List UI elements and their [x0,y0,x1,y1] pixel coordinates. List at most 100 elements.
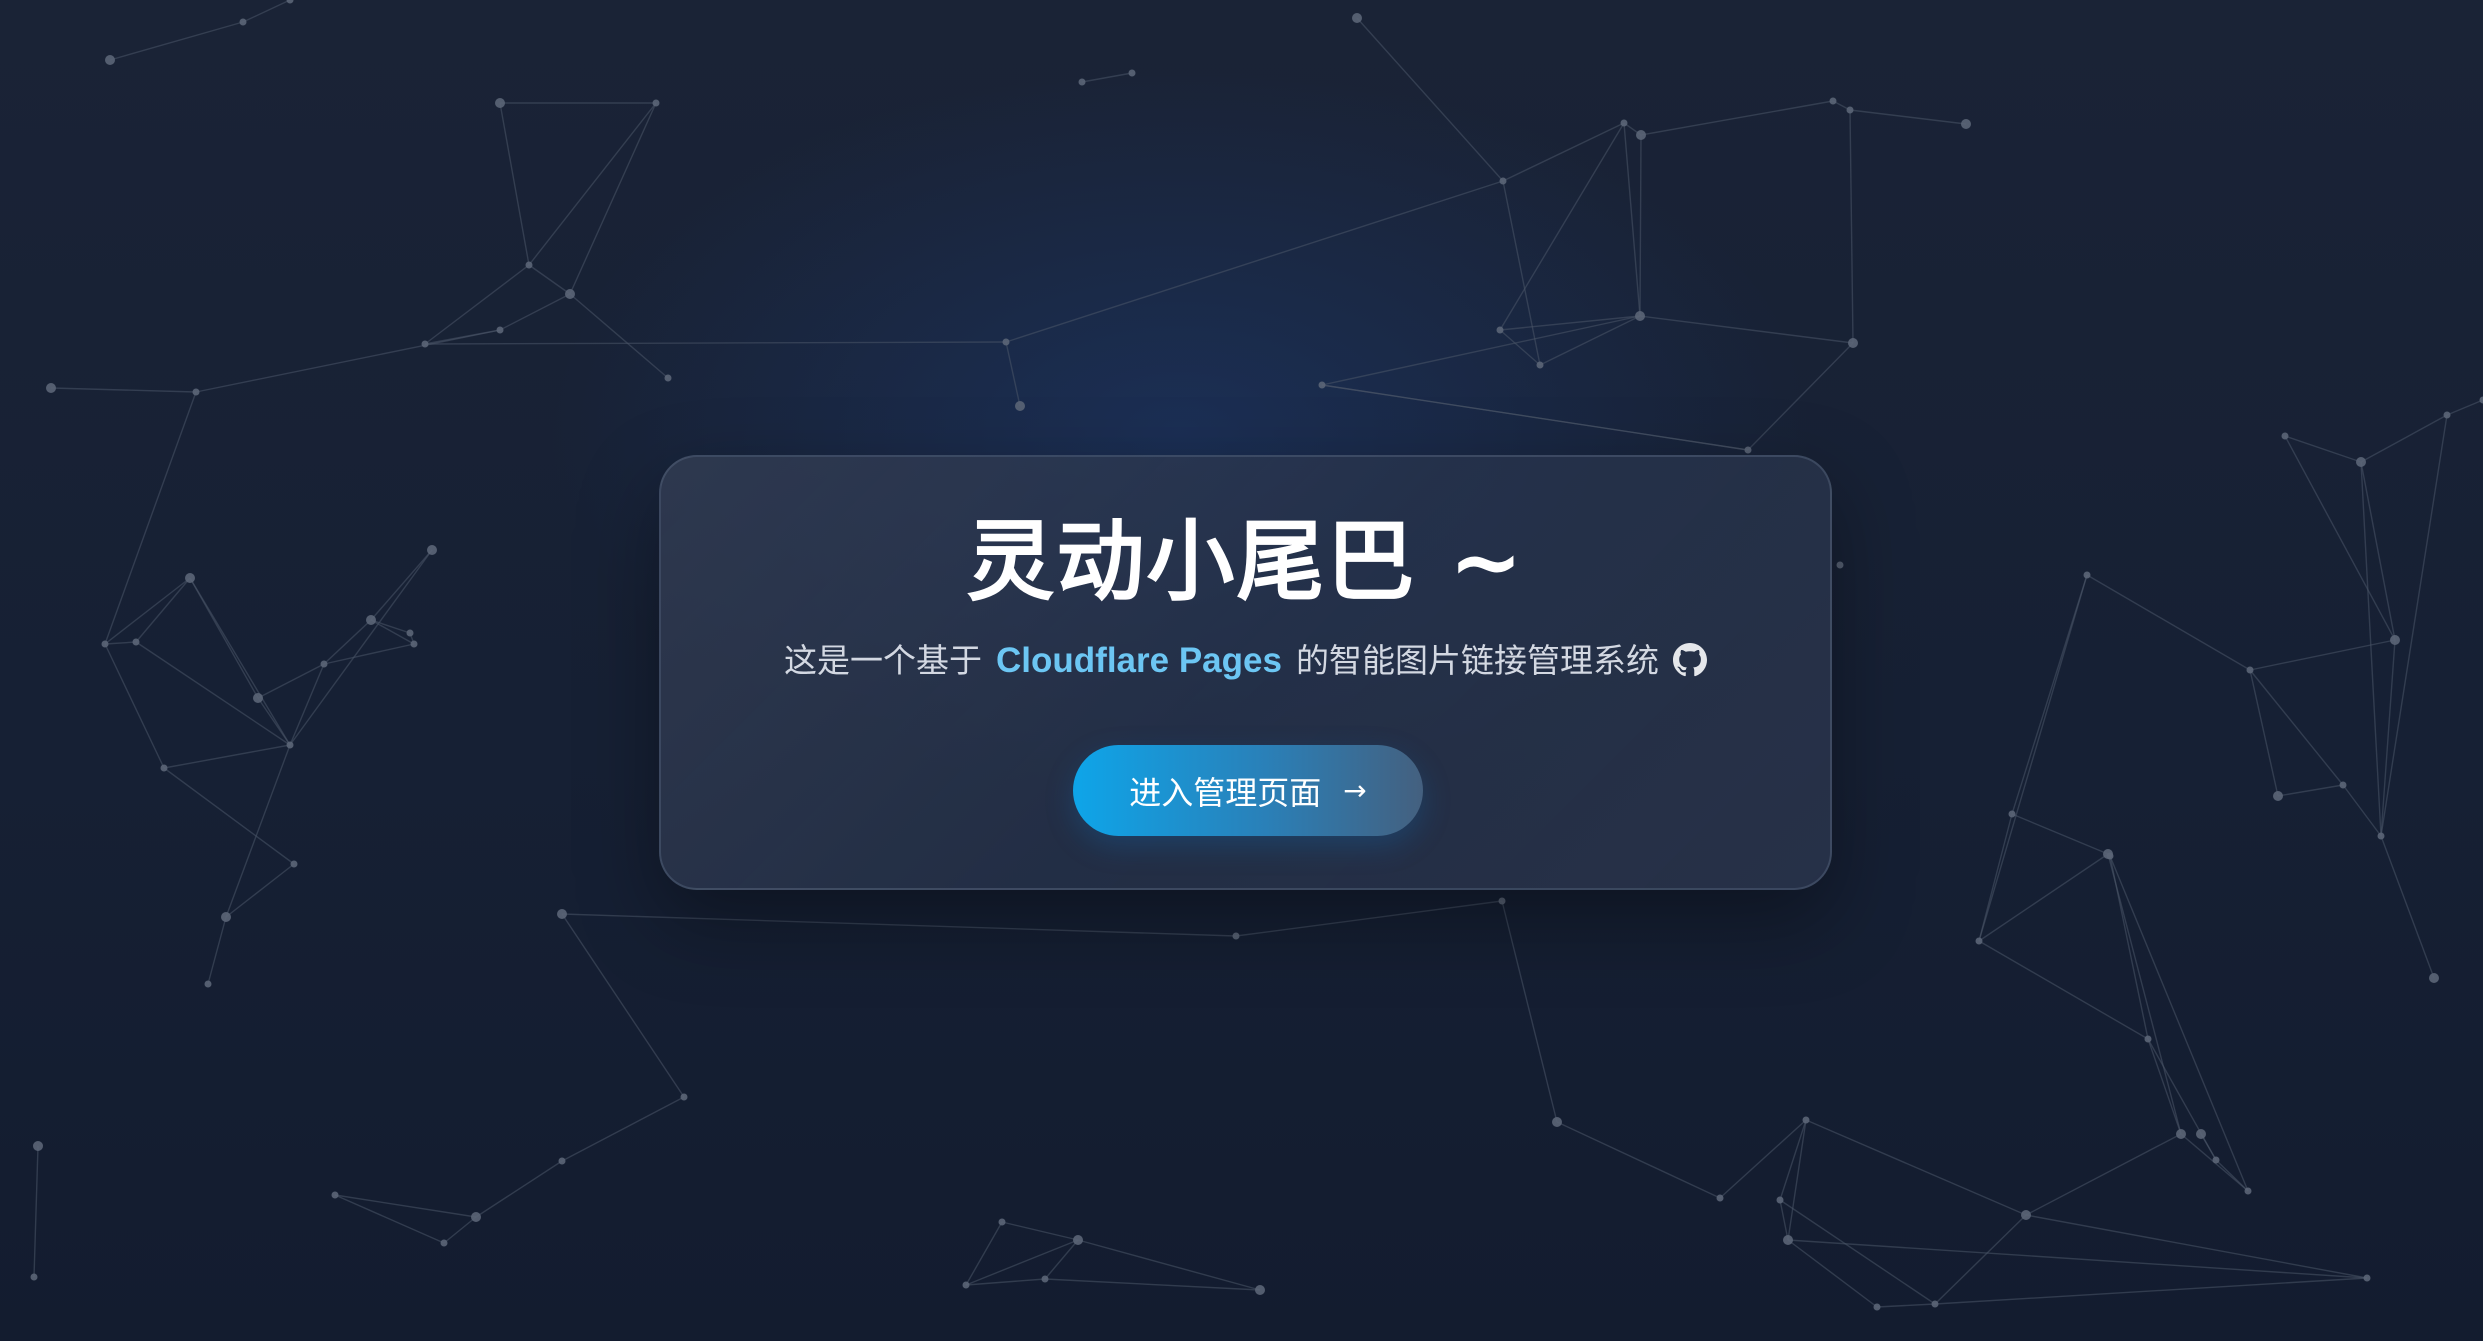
network-node [2377,832,2385,840]
network-line [1321,384,1749,451]
network-node [2246,666,2254,674]
network-line [370,549,433,621]
network-node [1255,1285,1265,1295]
network-node [962,1281,970,1289]
network-line [2011,813,2109,855]
network-node [331,1191,339,1199]
network-line [163,767,295,865]
network-line [528,102,657,266]
network-node [558,1157,566,1165]
network-node [105,55,115,65]
network-line [207,916,227,985]
network-node [1776,1196,1784,1204]
network-node [525,261,533,269]
network-node [557,909,567,919]
network-line [104,643,165,769]
network-node [290,860,298,868]
network-line [2025,1133,2182,1216]
network-node [239,18,247,26]
hero-card: 灵动小尾巴 ~ 这是一个基于 Cloudflare Pages 的智能图片链接管理系… [659,455,1832,890]
network-line [2147,1038,2217,1161]
network-line [2109,855,2249,1192]
network-line [1499,122,1625,331]
network-line [1787,1239,1878,1308]
network-node [286,741,294,749]
network-node [652,99,660,107]
network-node [132,638,140,646]
network-node [2443,411,2451,419]
network-line [1934,1214,2027,1305]
network-node [1496,326,1504,334]
network-node [1975,937,1983,945]
network-node [680,1093,688,1101]
network-node [2106,852,2114,860]
network-node [1536,361,1544,369]
network-node [46,383,56,393]
network-line [965,1239,1079,1286]
subtitle-suffix: 的智能图片链接管理系统 [1295,641,1659,680]
network-node [1128,69,1136,77]
network-node [1620,119,1628,127]
network-node [1873,1303,1881,1311]
network-line [2284,435,2396,641]
network-node [221,912,231,922]
network-node [2083,571,2091,579]
network-line [1747,342,1854,451]
network-node [421,340,429,348]
network-node [1961,119,1971,129]
network-line [257,697,291,746]
network-line [2107,853,2182,1135]
network-line [1005,341,1021,407]
network-line [104,577,191,645]
network-line [109,21,244,61]
network-line [2147,1038,2182,1135]
network-line [1539,315,1641,366]
network-node [30,1273,38,1281]
network-line [1044,1239,1079,1280]
network-node [2356,457,2366,467]
enter-admin-button[interactable]: 进入管理页面 → [1073,745,1423,836]
network-line [2380,414,2448,837]
network-line [50,387,197,393]
network-node [406,629,414,637]
network-node [2008,810,2016,818]
network-line [2249,669,2344,786]
network-node [664,374,672,382]
subtitle: 这是一个基于 Cloudflare Pages 的智能图片链接管理系统 [661,639,1830,683]
network-line [2249,639,2396,671]
network-line [242,0,291,23]
network-node [2281,432,2289,440]
network-node [2339,781,2347,789]
network-node [1744,446,1752,454]
network-node [1078,78,1086,86]
github-icon[interactable] [1672,643,1707,677]
network-node [471,1212,481,1222]
network-line [334,1194,477,1218]
network-node [33,1141,43,1151]
network-line [1934,1277,2368,1305]
network-line [135,577,191,643]
network-line [2360,414,2448,463]
subtitle-prefix: 这是一个基于 [784,641,983,680]
network-node [1498,897,1506,905]
network-line [424,264,530,345]
network-node [286,0,294,4]
network-node [1232,932,1240,940]
page-title: 灵动小尾巴 ~ [966,510,1525,613]
network-node [1829,97,1837,105]
network-node [1783,1235,1793,1245]
network-node [1836,561,1844,569]
network-line [1640,100,1834,136]
network-node [2479,396,2483,404]
brand-link[interactable]: Cloudflare Pages [996,641,1282,680]
network-line [1501,900,1558,1123]
network-node [2363,1274,2371,1282]
network-line [561,913,685,1098]
network-line [1849,109,1854,344]
network-node [204,980,212,988]
network-node [2273,791,2283,801]
network-node [1499,177,1507,185]
network-node [1552,1117,1562,1127]
network-line [257,663,325,699]
network-line [2215,1159,2249,1192]
